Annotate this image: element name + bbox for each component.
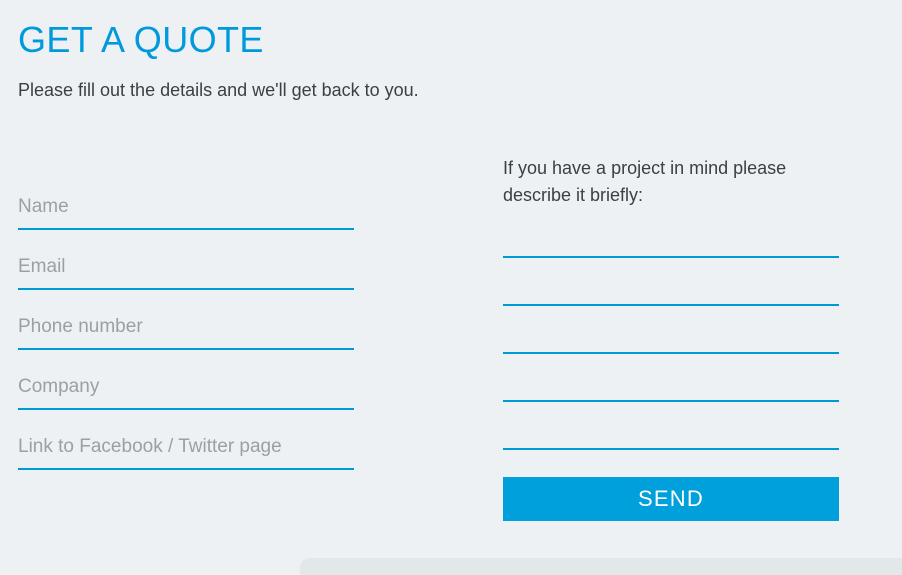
description-line-1-input[interactable] (503, 224, 839, 258)
description-line-2-input[interactable] (503, 272, 839, 306)
project-description-lines (503, 210, 839, 450)
field-name (18, 170, 354, 230)
project-description-label: If you have a project in mind please des… (503, 158, 787, 205)
phone-number-input[interactable] (18, 312, 354, 350)
description-line-5-input[interactable] (503, 416, 839, 450)
project-description-column: If you have a project in mind please des… (503, 155, 839, 450)
description-line-2 (503, 258, 839, 306)
send-button[interactable]: SEND (503, 477, 839, 521)
description-line-3-input[interactable] (503, 320, 839, 354)
company-input[interactable] (18, 372, 354, 410)
email-input[interactable] (18, 252, 354, 290)
contact-fields-column (18, 170, 354, 470)
social-link-input[interactable] (18, 432, 354, 470)
quote-form-page: GET A QUOTE Please fill out the details … (0, 0, 902, 575)
bottom-panel (300, 558, 902, 575)
description-line-5 (503, 402, 839, 450)
field-social-link (18, 410, 354, 470)
description-line-4-input[interactable] (503, 368, 839, 402)
description-line-1 (503, 210, 839, 258)
name-input[interactable] (18, 192, 354, 230)
field-phone (18, 290, 354, 350)
field-company (18, 350, 354, 410)
field-email (18, 230, 354, 290)
description-line-3 (503, 306, 839, 354)
description-line-4 (503, 354, 839, 402)
